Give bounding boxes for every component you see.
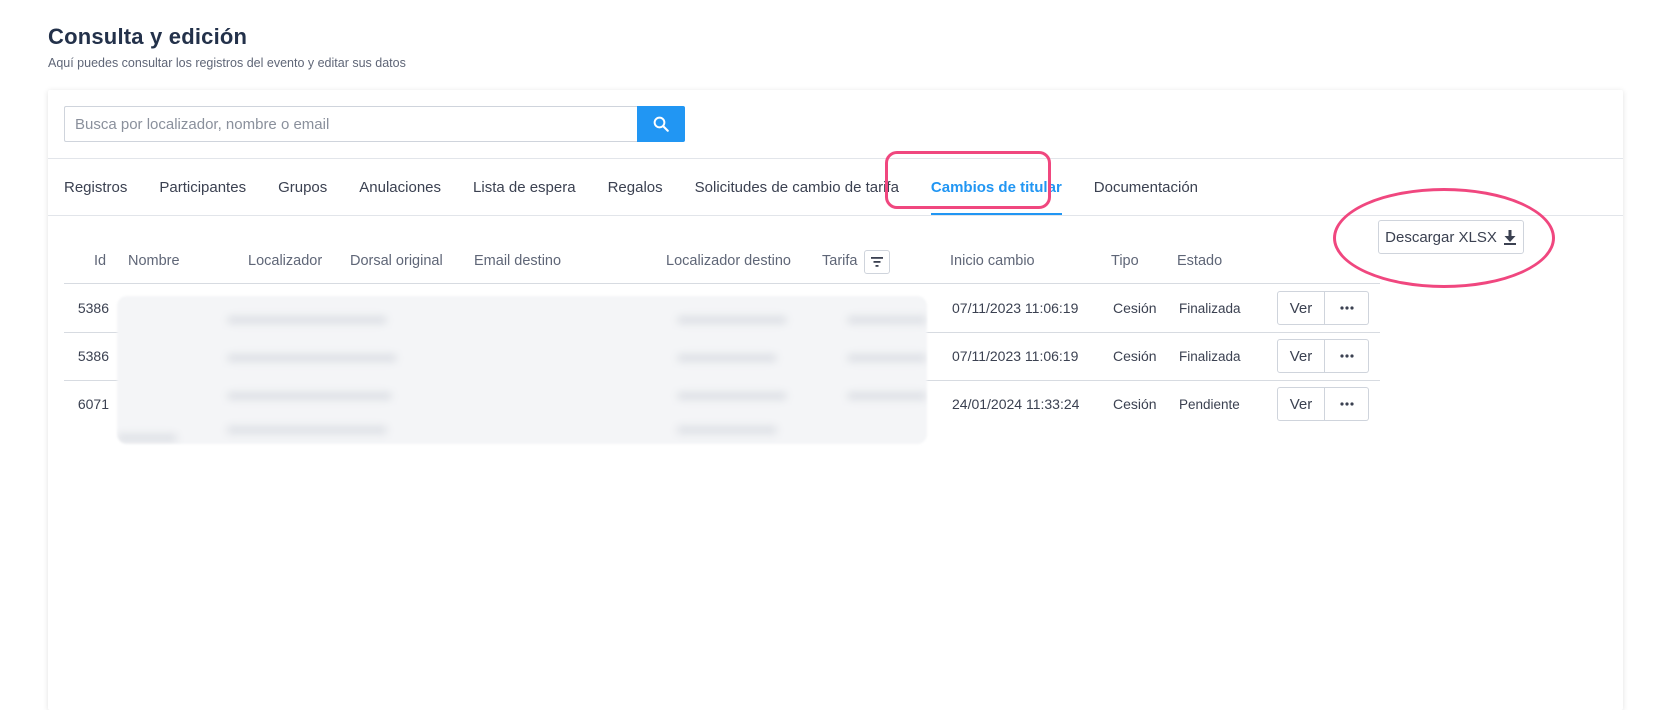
cell-estado: Finalizada: [1179, 348, 1241, 364]
download-icon: [1503, 229, 1517, 245]
more-icon: [1339, 354, 1354, 358]
column-header-dorsal-original[interactable]: Dorsal original: [350, 253, 443, 269]
cell-inicio-cambio: 24/01/2024 11:33:24: [952, 396, 1080, 412]
more-actions-button[interactable]: [1325, 339, 1369, 373]
tab-registros[interactable]: Registros: [64, 159, 127, 215]
more-actions-button[interactable]: [1325, 387, 1369, 421]
search-input[interactable]: [64, 106, 637, 142]
column-header-tipo[interactable]: Tipo: [1111, 253, 1139, 269]
tab-documentacion[interactable]: Documentación: [1094, 159, 1198, 215]
tab-anulaciones[interactable]: Anulaciones: [359, 159, 441, 215]
divider: [48, 215, 1623, 216]
search-button[interactable]: [637, 106, 685, 142]
cell-estado: Finalizada: [1179, 300, 1241, 316]
column-header-email-destino[interactable]: Email destino: [474, 253, 561, 269]
more-icon: [1339, 306, 1354, 310]
ver-button[interactable]: Ver: [1277, 291, 1325, 325]
column-header-nombre[interactable]: Nombre: [128, 253, 180, 269]
column-header-tarifa[interactable]: Tarifa: [822, 253, 857, 269]
page-title: Consulta y edición: [48, 24, 248, 49]
column-header-id: Id: [94, 253, 107, 269]
records-card: Registros Participantes Grupos Anulacion…: [48, 90, 1623, 710]
column-header-localizador[interactable]: Localizador: [248, 253, 322, 269]
cell-tipo: Cesión: [1113, 396, 1157, 412]
cell-tipo: Cesión: [1113, 300, 1157, 316]
cell-id: 5386: [77, 348, 109, 364]
ver-button[interactable]: Ver: [1277, 339, 1325, 373]
cell-tipo: Cesión: [1113, 348, 1157, 364]
page-subtitle: Aquí puedes consultar los registros del …: [48, 56, 406, 70]
download-xlsx-button[interactable]: Descargar XLSX: [1378, 220, 1524, 254]
tab-solicitudes-cambio-tarifa[interactable]: Solicitudes de cambio de tarifa: [695, 159, 899, 215]
redacted-data-overlay: [117, 296, 927, 444]
search-icon: [653, 116, 669, 132]
tab-lista-de-espera[interactable]: Lista de espera: [473, 159, 576, 215]
download-button-label: Descargar XLSX: [1385, 228, 1497, 246]
more-icon: [1339, 402, 1354, 406]
column-header-estado[interactable]: Estado: [1177, 253, 1222, 269]
cell-id: 5386: [77, 300, 109, 316]
tarifa-filter-button[interactable]: [864, 250, 890, 274]
ver-button[interactable]: Ver: [1277, 387, 1325, 421]
tab-regalos[interactable]: Regalos: [608, 159, 663, 215]
cell-id: 6071: [77, 396, 109, 412]
cell-inicio-cambio: 07/11/2023 11:06:19: [952, 300, 1079, 316]
cell-estado: Pendiente: [1179, 396, 1240, 412]
filter-icon: [871, 257, 883, 267]
column-header-localizador-destino[interactable]: Localizador destino: [666, 253, 791, 269]
cell-inicio-cambio: 07/11/2023 11:06:19: [952, 348, 1079, 364]
tab-grupos[interactable]: Grupos: [278, 159, 327, 215]
more-actions-button[interactable]: [1325, 291, 1369, 325]
tab-cambios-de-titular[interactable]: Cambios de titular: [930, 159, 1062, 215]
tab-bar: Registros Participantes Grupos Anulacion…: [64, 159, 1230, 215]
tab-participantes[interactable]: Participantes: [159, 159, 246, 215]
column-header-inicio-cambio[interactable]: Inicio cambio: [950, 253, 1035, 269]
